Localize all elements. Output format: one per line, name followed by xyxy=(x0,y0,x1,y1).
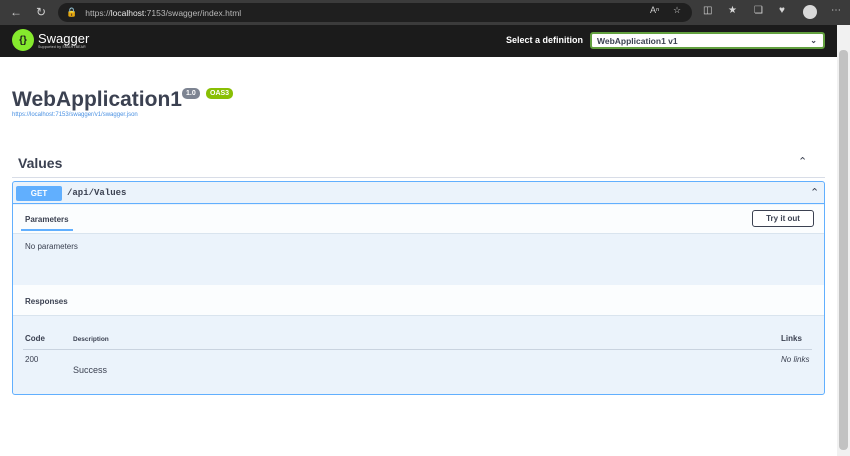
browser-toolbar: ← ↻ 🔒 https://localhost:7153/swagger/ind… xyxy=(0,0,850,25)
tab-underline xyxy=(21,229,73,231)
column-header-description: Description xyxy=(73,336,109,343)
logo-subtitle: Supported by SMARTBEAR xyxy=(38,44,86,49)
definition-value: WebApplication1 v1 xyxy=(597,36,678,46)
back-icon[interactable]: ← xyxy=(6,2,26,22)
address-url: https://localhost:7153/swagger/index.htm… xyxy=(85,7,242,18)
swagger-logo[interactable]: {} Swagger Supported by SMARTBEAR xyxy=(12,29,89,51)
version-badge: 1.0 xyxy=(182,88,200,99)
column-header-links: Links xyxy=(781,334,802,343)
refresh-icon[interactable]: ↻ xyxy=(31,2,51,22)
health-icon[interactable]: ♥ xyxy=(779,5,785,16)
operation-path: /api/Values xyxy=(67,188,127,198)
logo-title: Swagger xyxy=(38,30,90,46)
response-code: 200 xyxy=(25,355,39,364)
method-badge: GET xyxy=(16,186,62,201)
oas-badge: OAS3 xyxy=(206,88,234,99)
response-links: No links xyxy=(781,355,810,364)
api-title: WebApplication1 xyxy=(12,88,182,111)
responses-title: Responses xyxy=(25,297,68,306)
collections-icon[interactable]: ❏ xyxy=(754,5,763,16)
response-description: Success xyxy=(73,365,108,375)
split-screen-icon[interactable]: ◫ xyxy=(703,5,712,16)
swagger-logo-icon: {} xyxy=(12,29,34,51)
chevron-up-icon[interactable]: ⌃ xyxy=(798,155,807,168)
divider xyxy=(12,177,825,178)
column-header-code: Code xyxy=(25,334,45,343)
no-parameters-text: No parameters xyxy=(25,242,78,251)
table-divider xyxy=(23,349,812,350)
chevron-down-icon: ⌄ xyxy=(810,36,817,45)
definition-label: Select a definition xyxy=(506,35,584,45)
parameters-header: Parameters Try it out xyxy=(13,205,824,234)
operation-block: GET /api/Values ⌃ Parameters Try it out … xyxy=(12,181,825,395)
spec-link[interactable]: https://localhost:7153/swagger/v1/swagge… xyxy=(12,112,138,118)
lock-icon: 🔒 xyxy=(66,7,78,17)
scrollbar-thumb[interactable] xyxy=(839,50,848,450)
try-it-out-button[interactable]: Try it out xyxy=(752,210,814,227)
tag-title[interactable]: Values xyxy=(18,155,62,171)
responses-header: Responses xyxy=(13,285,824,316)
swagger-topbar: {} Swagger Supported by SMARTBEAR Select… xyxy=(0,25,837,57)
definition-select[interactable]: WebApplication1 v1 ⌄ xyxy=(590,32,825,49)
tab-parameters[interactable]: Parameters xyxy=(25,215,69,224)
favorite-star-icon[interactable]: ☆ xyxy=(673,5,681,16)
favorites-icon[interactable]: ★ xyxy=(728,5,737,16)
read-aloud-icon[interactable]: Aⁿ xyxy=(650,5,659,15)
address-bar[interactable]: 🔒 https://localhost:7153/swagger/index.h… xyxy=(58,3,692,22)
more-menu-icon[interactable]: ⋯ xyxy=(831,5,841,16)
profile-avatar[interactable] xyxy=(803,5,817,19)
chevron-up-icon[interactable]: ⌃ xyxy=(810,186,819,199)
operation-summary[interactable]: GET /api/Values ⌃ xyxy=(13,182,824,204)
